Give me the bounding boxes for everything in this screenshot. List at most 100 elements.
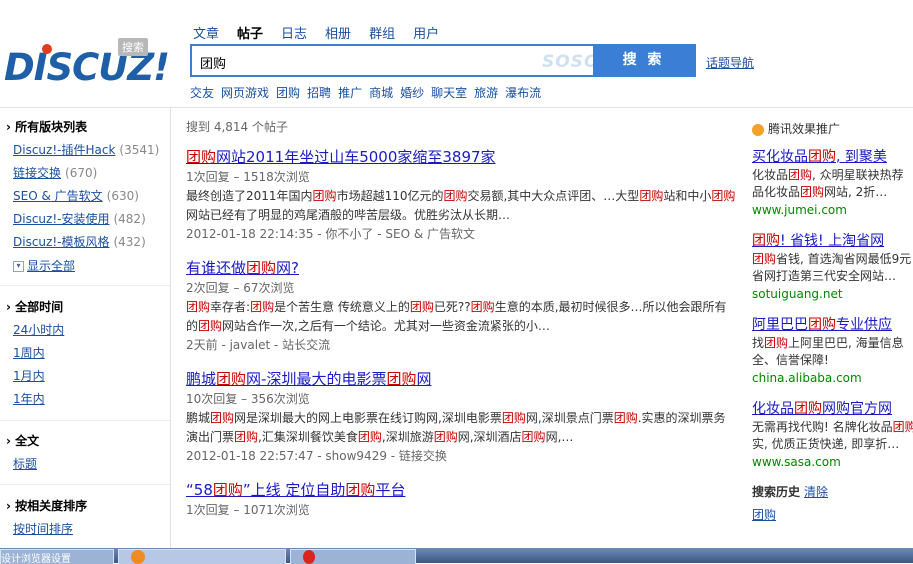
ad-title-link[interactable]: 阿里巴巴团购专业供应 [752, 315, 913, 335]
ad-title-link[interactable]: 团购! 省钱! 上淘省网 [752, 231, 913, 251]
hot-keyword-link[interactable]: 推广 [338, 84, 362, 101]
sidebar-forum-item[interactable]: 链接交换 (670) [13, 164, 97, 181]
time-filter-item[interactable]: 24小时内 [13, 321, 64, 338]
clear-history-link[interactable]: 清除 [804, 485, 828, 499]
ad-url[interactable]: sotuiguang.net [752, 285, 913, 303]
sidebar-forum-item[interactable]: Discuz!-模板风格 (432) [13, 233, 146, 250]
sort-title: 按相关度排序 [6, 497, 87, 514]
logo-badge: 搜索 [118, 38, 148, 56]
ad-url[interactable]: www.jumei.com [752, 201, 913, 219]
tab-4[interactable]: 群组 [369, 23, 395, 42]
highlight-term: 团购 [808, 317, 836, 333]
fulltext-title: 全文 [6, 432, 39, 449]
result-title-link[interactable]: “58团购”上线 定位自助团购平台 [186, 480, 736, 501]
forum-count: (3541) [119, 143, 160, 157]
search-input[interactable] [198, 51, 532, 73]
text-segment: 鹏城 [186, 411, 211, 425]
highlight-term: 团购 [613, 411, 638, 425]
text-segment: 网,… [545, 430, 574, 444]
highlight-term: 团购 [752, 233, 780, 249]
result-meta: 1次回复 – 1518次浏览 [186, 170, 310, 184]
taskbar-item[interactable]: 设计浏览器设置 [0, 549, 114, 564]
ad-item: 阿里巴巴团购专业供应 找团购上阿里巴巴, 海量信息 全、信誉保障! china.ali… [752, 315, 913, 387]
text-segment: 阿里巴巴 [752, 317, 808, 333]
hot-keyword-link[interactable]: 婚纱 [400, 84, 424, 101]
forum-name: SEO & 广告软文 [13, 189, 103, 203]
sidebar-forum-item[interactable]: SEO & 广告软文 (630) [13, 187, 139, 204]
hot-keyword-link[interactable]: 团购 [276, 84, 300, 101]
ad-title-link[interactable]: 买化妆品团购, 到聚美 [752, 147, 913, 167]
ad-description: 化妆品团购, 众明星联袂热荐 [752, 167, 913, 184]
opera-icon [303, 550, 315, 564]
hot-keyword-link[interactable]: 招聘 [307, 84, 331, 101]
hot-keyword-link[interactable]: 网页游戏 [221, 84, 269, 101]
result-title-link[interactable]: 有谁还做团购网? [186, 258, 736, 279]
highlight-term: 团购 [752, 252, 777, 266]
taskbar-item[interactable] [118, 549, 286, 564]
text-segment: 网-深圳最大的电影票 [246, 370, 387, 388]
text-segment: 省钱, 首选淘省网最低9元 [776, 252, 912, 266]
ads-header: 腾讯效果推广 [752, 120, 913, 137]
highlight-term: 团购 [788, 168, 813, 182]
search-history-item[interactable]: 团购 [752, 506, 913, 523]
text-segment: “58 [186, 481, 213, 499]
ad-description: 找团购上阿里巴巴, 海量信息 [752, 335, 913, 352]
hot-keyword-link[interactable]: 瀑布流 [505, 84, 541, 101]
tab-0[interactable]: 文章 [193, 23, 219, 42]
highlight-term: 团购 [433, 430, 458, 444]
ad-description: 实, 优质正货快递, 即享折… [752, 436, 913, 453]
text-segment: 网,深圳酒店 [457, 430, 522, 444]
tab-5[interactable]: 用户 [413, 23, 439, 42]
ad-description: 无需再找代购! 名牌化妆品团购 [752, 419, 913, 436]
ad-url[interactable]: www.sasa.com [752, 453, 913, 471]
text-segment: 已死?? [433, 300, 471, 314]
topic-nav-link[interactable]: 话题导航 [706, 54, 754, 71]
hot-keyword-link[interactable]: 交友 [190, 84, 214, 101]
hot-keyword-link[interactable]: 商城 [369, 84, 393, 101]
tab-1[interactable]: 帖子 [237, 23, 263, 42]
search-button[interactable]: 搜 索 [593, 46, 694, 75]
text-segment: 最终创造了2011年国内 [186, 189, 313, 203]
hot-keyword-link[interactable]: 聊天室 [431, 84, 467, 101]
hot-keyword-link[interactable]: 旅游 [474, 84, 498, 101]
text-segment: 网是深圳最大的网上电影票在线订购网,深圳电影票 [234, 411, 502, 425]
ad-title-link[interactable]: 化妆品团购网购官方网 [752, 399, 913, 419]
highlight-term: 团购 [312, 189, 337, 203]
highlight-term: 团购 [210, 411, 235, 425]
sidebar-forum-item[interactable]: Discuz!-安装使用 (482) [13, 210, 146, 227]
sort-by-time[interactable]: 按时间排序 [13, 520, 73, 537]
text-segment: 实, 优质正货快递, 即享折… [752, 437, 900, 451]
ad-url[interactable]: china.alibaba.com [752, 369, 913, 387]
result-title-link[interactable]: 团购网站2011年坐过山车5000家缩至3897家 [186, 147, 736, 168]
text-segment: 买化妆品 [752, 149, 808, 165]
time-title: 全部时间 [6, 298, 63, 315]
tab-3[interactable]: 相册 [325, 23, 351, 42]
result-meta: 10次回复 – 356次浏览 [186, 392, 310, 406]
highlight-term: 团购 [246, 259, 277, 277]
filter-title-only[interactable]: 标题 [13, 455, 37, 472]
forums-title: 所有版块列表 [6, 118, 87, 135]
filter-sidebar: 所有版块列表 Discuz!-插件Hack(3541) 链接交换(670) SEO … [0, 108, 171, 548]
site-logo[interactable]: DISCUZ! 搜索 [4, 38, 170, 90]
show-all-forums[interactable]: ▾ 显示全部 [13, 257, 75, 274]
highlight-term: 团购 [250, 300, 275, 314]
result-title-link[interactable]: 鹏城团购网-深圳最大的电影票团购网 [186, 369, 736, 390]
time-filter-item[interactable]: 1年内 [13, 390, 45, 407]
sidebar-forum-item[interactable]: Discuz!-插件Hack (3541) [13, 141, 159, 158]
forum-count: (432) [113, 235, 146, 249]
search-results: 搜到 4,814 个帖子 团购网站2011年坐过山车5000家缩至3897家 1次… [186, 118, 736, 534]
ads-panel: 腾讯效果推广 买化妆品团购, 到聚美 化妆品团购, 众明星联袂热荐 品化妆品团购网站… [752, 120, 913, 523]
forum-name: Discuz!-安装使用 [13, 212, 110, 226]
time-filter-item[interactable]: 1月内 [13, 367, 45, 384]
text-segment: 网站已经有了明显的鸡尾酒般的哔苦层级。优胜劣汰从长期… [186, 208, 511, 222]
tab-2[interactable]: 日志 [281, 23, 307, 42]
result-meta: 2次回复 – 67次浏览 [186, 281, 295, 295]
highlight-term: 团购 [764, 336, 789, 350]
result-footer: 2012-01-18 22:57:47 - show9429 - 链接交换 [186, 449, 447, 463]
os-taskbar: 设计浏览器设置 [0, 548, 913, 564]
result-meta: 1次回复 – 1071次浏览 [186, 503, 310, 517]
text-segment: 有谁还做 [186, 259, 247, 277]
highlight-term: 团购 [186, 300, 211, 314]
time-filter-item[interactable]: 1周内 [13, 344, 45, 361]
taskbar-item[interactable] [290, 549, 416, 564]
